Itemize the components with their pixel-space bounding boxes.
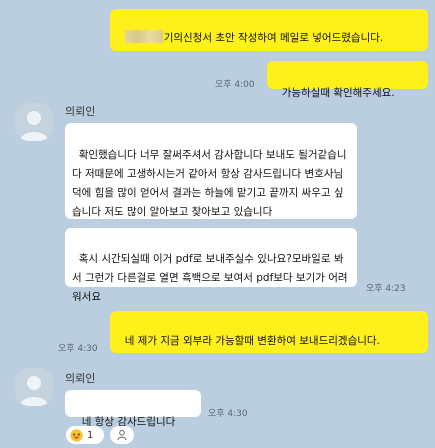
sender-name: 의뢰인 <box>65 105 96 118</box>
outgoing-message-2[interactable]: 가능하실때 확인해주세요. <box>267 61 428 99</box>
message-time: 오후 4:23 <box>366 284 406 294</box>
message-time: 오후 4:30 <box>208 409 248 419</box>
redacted-name <box>124 30 163 43</box>
person-icon <box>117 430 127 441</box>
message-time: 오후 4:30 <box>58 344 98 354</box>
outgoing-message-3[interactable]: 네 제가 지금 외부라 가능할때 변환하여 보내드리겠습니다. <box>110 311 428 353</box>
emoji-reaction[interactable]: 1 <box>66 426 104 444</box>
incoming-message-2-text: 혹시 시간되실때 이거 pdf로 보내주실수 있나요?모바일로 봐서 그런가 다… <box>72 253 348 303</box>
outgoing-message-2-text: 가능하실때 확인해주세요. <box>281 87 395 99</box>
sender-name: 의뢰인 <box>65 372 96 385</box>
outgoing-message-1[interactable]: 기의신청서 초안 작성하여 메일로 넣어드렸습니다. <box>110 9 428 51</box>
avatar[interactable] <box>15 368 53 406</box>
incoming-message-1[interactable]: 확인했습니다 너무 잘써주셔서 감사합니다 보내도 될거같습니다 저때문에 고생… <box>65 123 357 219</box>
add-reaction-button[interactable] <box>110 426 134 444</box>
incoming-message-1-text: 확인했습니다 너무 잘써주셔서 감사합니다 보내도 될거같습니다 저때문에 고생… <box>72 149 347 218</box>
avatar[interactable] <box>15 103 53 141</box>
default-avatar-icon <box>20 111 48 141</box>
laughing-emoji-icon <box>70 428 83 442</box>
reaction-count: 1 <box>87 429 94 441</box>
message-time: 오후 4:00 <box>215 80 255 90</box>
default-avatar-icon <box>20 376 48 406</box>
outgoing-message-1-text: 기의신청서 초안 작성하여 메일로 넣어드렸습니다. <box>163 32 384 44</box>
outgoing-message-3-text: 네 제가 지금 외부라 가능할때 변환하여 보내드리겠습니다. <box>124 335 380 347</box>
incoming-message-3[interactable]: 네 항상 감사드립니다 <box>65 390 201 428</box>
incoming-message-2[interactable]: 혹시 시간되실때 이거 pdf로 보내주실수 있나요?모바일로 봐서 그런가 다… <box>65 228 357 303</box>
